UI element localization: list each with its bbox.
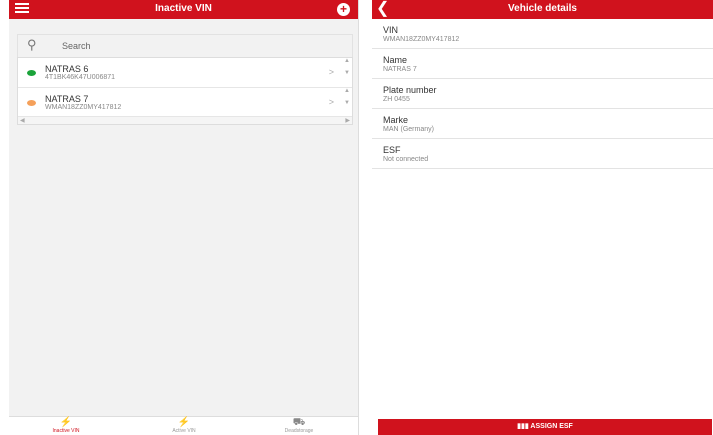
search-icon: ⚲ — [27, 37, 37, 52]
tab-label: Deadstorage — [284, 428, 314, 434]
page-title: Vehicle details — [508, 3, 577, 14]
scroll-arrows[interactable]: ▲ ▼ — [343, 88, 351, 117]
list-item[interactable]: NATRAS 7 WMAN18ZZ0MY417812 > ▲ ▼ — [18, 88, 352, 118]
item-name: NATRAS 6 — [45, 64, 89, 74]
field-label: Plate number — [383, 85, 437, 95]
assign-esf-label: ASSIGN ESF — [530, 423, 573, 430]
item-name: NATRAS 7 — [45, 94, 89, 104]
search-placeholder: Search — [62, 41, 91, 51]
item-vin: 4T1BK46K47U006871 — [45, 74, 116, 81]
page-title: Inactive VIN — [155, 3, 212, 14]
plug-icon: ⚡ — [59, 417, 73, 428]
chevron-right-icon: > — [328, 67, 334, 77]
field-label: ESF — [383, 145, 401, 155]
top-app-bar: Inactive VIN + — [9, 0, 358, 19]
field-value: NATRAS 7 — [383, 66, 417, 73]
list-item[interactable]: NATRAS 6 4T1BK46K47U006871 > ▲ ▼ — [18, 58, 352, 88]
field-label: Name — [383, 55, 408, 65]
assign-esf-button[interactable]: ▮▮▮ ASSIGN ESF — [378, 419, 712, 435]
field-plate-number: Plate number ZH 0455 — [372, 79, 713, 109]
tab-inactive-vin[interactable]: ⚡ Inactive VIN — [31, 417, 101, 435]
scroll-arrows[interactable]: ▲ ▼ — [343, 58, 351, 87]
tab-label: Inactive VIN — [52, 428, 80, 434]
status-dot — [27, 70, 36, 76]
tab-deadstorage[interactable]: ⛟ Deadstorage — [264, 417, 334, 435]
barcode-icon: ▮▮▮ — [517, 423, 529, 430]
field-value: Not connected — [383, 156, 429, 163]
field-vin: VIN WMAN18ZZ0MY417812 — [372, 19, 713, 49]
top-app-bar: ❮ Vehicle details — [372, 0, 713, 19]
tab-label: Active VIN — [172, 428, 196, 434]
plug-icon: ⚡ — [177, 417, 191, 428]
tab-active-vin[interactable]: ⚡ Active VIN — [149, 417, 219, 435]
chevron-right-icon: > — [328, 97, 334, 107]
field-name: Name NATRAS 7 — [372, 49, 713, 79]
field-value: WMAN18ZZ0MY417812 — [383, 36, 460, 43]
field-label: Marke — [383, 115, 409, 125]
horizontal-scrollbar[interactable]: ◀ ▶ — [18, 116, 352, 124]
truck-icon: ⛟ — [292, 417, 306, 428]
vin-list: NATRAS 6 4T1BK46K47U006871 > ▲ ▼ NATRAS 7… — [17, 57, 353, 125]
inactive-vin-screen: Inactive VIN + ⚲ Search NATRAS 6 4T1BK46… — [9, 0, 359, 435]
bottom-navigation: ⚡ Inactive VIN ⚡ Active VIN ⛟ Deadstorag… — [9, 416, 358, 435]
add-icon[interactable]: + — [337, 3, 350, 16]
field-value: ZH 0455 — [383, 96, 410, 103]
field-label: VIN — [383, 25, 399, 35]
status-dot — [27, 100, 36, 106]
vehicle-details-screen: ❮ Vehicle details VIN WMAN18ZZ0MY417812 … — [372, 0, 713, 435]
field-value: MAN (Germany) — [383, 126, 434, 133]
field-marke: Marke MAN (Germany) — [372, 109, 713, 139]
item-vin: WMAN18ZZ0MY417812 — [45, 104, 122, 111]
field-esf: ESF Not connected — [372, 139, 713, 169]
search-input[interactable]: ⚲ Search — [17, 34, 353, 58]
